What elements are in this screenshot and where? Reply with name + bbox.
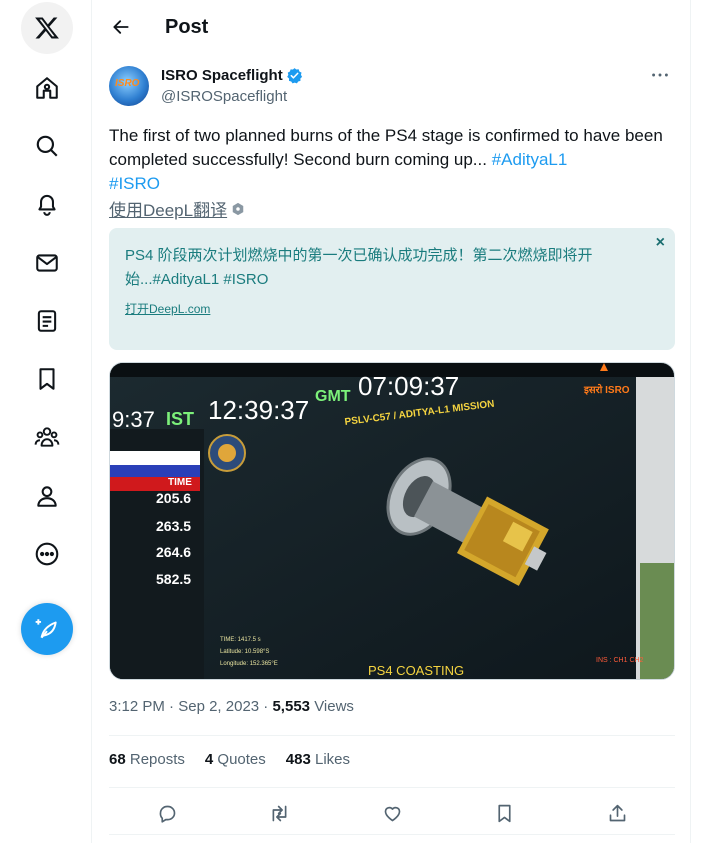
page-title: Post	[165, 16, 209, 38]
reposts-stat[interactable]: 68 Reposts	[109, 751, 185, 768]
more-dots-icon	[652, 73, 668, 77]
stage-caption: PS4 COASTING	[368, 663, 464, 678]
time-value: 582.5	[156, 571, 191, 587]
reposts-count: 68	[109, 751, 126, 768]
messages-icon[interactable]	[21, 237, 73, 289]
divider	[109, 787, 675, 788]
time-header: TIME	[168, 477, 192, 488]
repost-icon	[272, 805, 286, 821]
bookmarks-icon[interactable]	[21, 353, 73, 405]
translation-close-button[interactable]: ×	[656, 234, 665, 252]
translate-label: 使用DeepL翻译	[109, 201, 228, 220]
notifications-icon[interactable]	[21, 178, 73, 230]
telemetry-line: Longitude: 152.365°E	[220, 661, 278, 667]
likes-count: 483	[285, 751, 311, 768]
mission-emblem-core	[218, 444, 236, 462]
deepl-icon	[232, 202, 244, 215]
share-icon	[609, 804, 625, 821]
like-button[interactable]	[377, 798, 407, 828]
compose-icon	[35, 619, 57, 639]
profile-icon[interactable]	[21, 470, 73, 522]
quotes-label: Quotes	[217, 751, 266, 768]
avatar-text: ISRO	[115, 78, 140, 89]
ist-label: IST	[166, 409, 194, 429]
reply-icon	[159, 805, 175, 823]
author-handle[interactable]: @ISROSpaceflight	[161, 88, 287, 105]
translation-box: PS4 阶段两次计划燃烧中的第一次已确认成功完成！第二次燃烧即将开始...#Ad…	[109, 228, 675, 350]
post-actions	[109, 790, 675, 834]
communities-icon[interactable]	[21, 411, 73, 463]
post-text-body: The first of two planned burns of the PS…	[109, 126, 663, 169]
home-icon[interactable]	[21, 62, 73, 114]
views-label: Views	[314, 698, 354, 715]
lists-icon[interactable]	[21, 295, 73, 347]
hashtag-adityal1[interactable]: #AdityaL1	[492, 150, 568, 169]
header: Post	[92, 0, 692, 55]
bookmark-icon	[497, 804, 511, 822]
back-button[interactable]	[106, 12, 136, 42]
divider	[109, 834, 675, 835]
translate-link[interactable]: 使用DeepL翻译	[109, 196, 245, 221]
time-value: 264.6	[156, 544, 191, 560]
deepl-open-link[interactable]: 打开DeepL.com	[125, 300, 210, 317]
post-image[interactable]: 9:37 IST 12:39:37 GMT 07:09:37 PSLV-C57 …	[109, 362, 675, 680]
post-time[interactable]: 3:12 PM	[109, 698, 165, 715]
avatar[interactable]: ISRO	[109, 66, 149, 106]
search-icon[interactable]	[21, 120, 73, 172]
left-nav	[0, 0, 92, 843]
telemetry-line: Latitude: 10.598°S	[220, 649, 269, 655]
heart-icon	[384, 806, 400, 821]
divider	[109, 735, 675, 736]
main-column: Post ISRO ISRO Spaceflight @ISROSpacefli…	[91, 0, 691, 843]
post-more-button[interactable]	[645, 64, 675, 86]
gmt-time: 07:09:37	[358, 371, 459, 401]
more-icon[interactable]	[21, 528, 73, 580]
telemetry-line: TIME: 1417.5 s	[220, 637, 261, 643]
likes-label: Likes	[314, 751, 351, 768]
post-meta: 3:12 PM · Sep 2, 2023 · 5,553 Views	[109, 698, 354, 715]
reposts-label: Reposts	[129, 751, 185, 768]
hashtag-isro[interactable]: #ISRO	[109, 174, 160, 193]
likes-stat[interactable]: 483 Likes	[286, 751, 350, 768]
x-logo-icon[interactable]	[21, 2, 73, 54]
quotes-count: 4	[204, 751, 214, 768]
author-name-text: ISRO Spaceflight	[161, 67, 283, 84]
gmt-label: GMT	[315, 388, 351, 405]
translation-text: PS4 阶段两次计划燃烧中的第一次已确认成功完成！第二次燃烧即将开始...#Ad…	[125, 247, 593, 288]
repost-button[interactable]	[264, 798, 294, 828]
time-value: 263.5	[156, 518, 191, 534]
views-count: 5,553	[272, 698, 311, 715]
share-button[interactable]	[602, 798, 632, 828]
author-name[interactable]: ISRO Spaceflight	[161, 67, 303, 84]
quotes-stat[interactable]: 4 Quotes	[205, 751, 266, 768]
ist-time: 12:39:37	[208, 395, 309, 425]
back-arrow-icon	[113, 20, 129, 34]
mission-control-screen-image: 9:37 IST 12:39:37 GMT 07:09:37 PSLV-C57 …	[110, 363, 674, 679]
ist-time-partial: 9:37	[112, 407, 155, 432]
time-value: 205.6	[156, 490, 191, 506]
reply-button[interactable]	[152, 798, 182, 828]
author-row: ISRO ISRO Spaceflight @ISROSpaceflight	[109, 64, 675, 110]
verified-badge-icon	[286, 68, 302, 84]
bookmark-button[interactable]	[489, 798, 519, 828]
compose-button[interactable]	[21, 603, 73, 655]
isro-logo-text: इसरो ISRO	[583, 383, 630, 396]
post-stats: 68 Reposts 4 Quotes 483 Likes	[109, 751, 350, 768]
ins-label: INS : CH1 CH2	[596, 657, 644, 664]
post-date[interactable]: Sep 2, 2023	[178, 698, 259, 715]
post-text: The first of two planned burns of the PS…	[109, 124, 669, 196]
